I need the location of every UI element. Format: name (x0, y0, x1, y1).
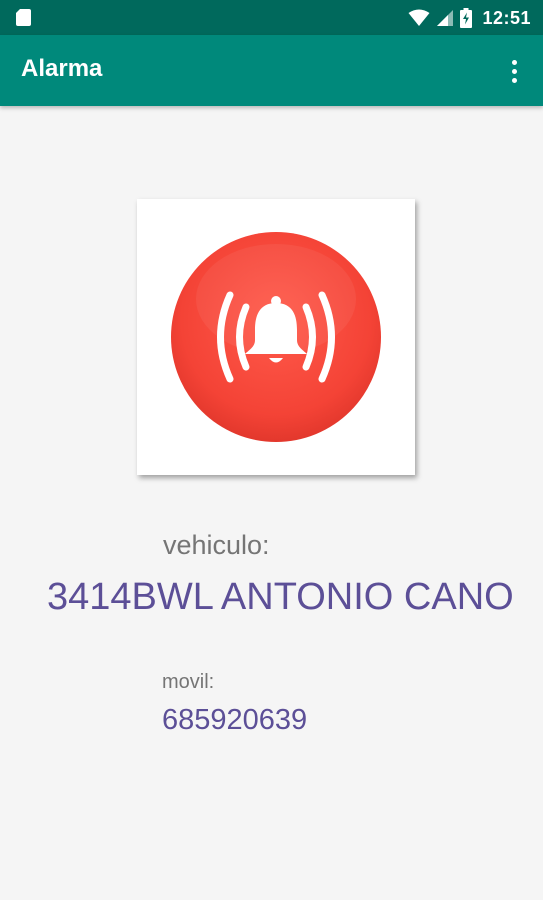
status-bar: 12:51 (0, 0, 543, 35)
app-title: Alarma (21, 55, 103, 82)
alarm-button[interactable] (137, 199, 415, 475)
battery-charging-icon (460, 8, 473, 28)
vehicle-label: vehiculo: (163, 530, 270, 560)
status-icons: 12:51 (408, 6, 531, 30)
app-bar: Alarma (0, 35, 543, 106)
status-time: 12:51 (482, 7, 531, 28)
sim-card-icon (16, 9, 31, 26)
alarm-bell-icon (171, 232, 381, 442)
mobile-value: 685920639 (162, 704, 308, 736)
more-options-button[interactable] (499, 53, 529, 89)
cell-signal-icon (437, 10, 454, 26)
more-vert-icon (511, 59, 517, 65)
wifi-icon (408, 9, 430, 26)
mobile-label: movil: (162, 671, 215, 693)
vehicle-value: 3414BWL ANTONIO CANO (47, 576, 514, 618)
